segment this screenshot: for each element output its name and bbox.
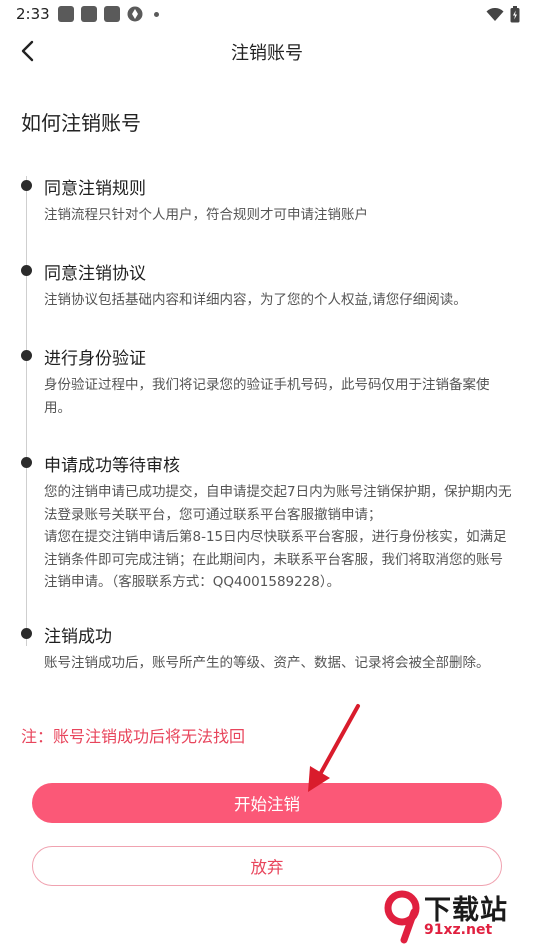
app-icon <box>58 6 74 22</box>
step-title: 注销成功 <box>44 627 112 647</box>
nav-bar: 注销账号 <box>0 28 534 74</box>
step-title: 同意注销协议 <box>44 264 146 284</box>
step-title: 进行身份验证 <box>44 349 146 369</box>
watermark-logo-icon <box>384 890 420 944</box>
status-time: 2:33 <box>16 5 50 23</box>
watermark-url: 91xz.net <box>424 922 493 938</box>
step-description: 注销流程只针对个人用户，符合规则才可申请注销账户 <box>44 207 368 223</box>
wifi-icon <box>486 7 504 21</box>
step-title: 同意注销规则 <box>44 179 146 199</box>
timeline-dot <box>21 457 32 468</box>
annotation-arrow-icon <box>308 704 360 792</box>
more-notifications-dot <box>154 11 159 17</box>
step-title: 申请成功等待审核 <box>44 456 180 476</box>
timeline-dot <box>21 628 32 639</box>
watermark: 下载站 91xz.net <box>382 888 528 946</box>
app-icon <box>81 6 97 22</box>
aperture-icon <box>127 6 143 22</box>
step-description: 账号注销成功后，账号所产生的等级、资产、数据、记录将会被全部删除。 <box>44 655 490 671</box>
timeline-dot <box>21 180 32 191</box>
start-deactivation-button[interactable]: 开始注销 <box>32 783 502 823</box>
step-description: 身份验证过程中，我们将记录您的验证手机号码，此号码仅用于注销备案使用。 <box>44 377 490 416</box>
page-title: 注销账号 <box>231 43 303 64</box>
timeline-dot <box>21 265 32 276</box>
step-description: 注销协议包括基础内容和详细内容，为了您的个人权益,请您仔细阅读。 <box>44 292 467 308</box>
notification-icons <box>58 6 159 22</box>
app-icon <box>104 6 120 22</box>
battery-icon <box>510 6 520 23</box>
status-bar: 2:33 <box>0 0 534 28</box>
system-icons <box>486 6 520 23</box>
timeline-line <box>26 176 27 646</box>
warning-note: 注：账号注销成功后将无法找回 <box>21 727 246 746</box>
abandon-button[interactable]: 放弃 <box>32 846 502 886</box>
timeline-dot <box>21 350 32 361</box>
step-description: 您的注销申请已成功提交，自申请提交起7日内为账号注销保护期，保护期内无法登录账号… <box>44 484 512 590</box>
section-heading: 如何注销账号 <box>21 111 141 135</box>
